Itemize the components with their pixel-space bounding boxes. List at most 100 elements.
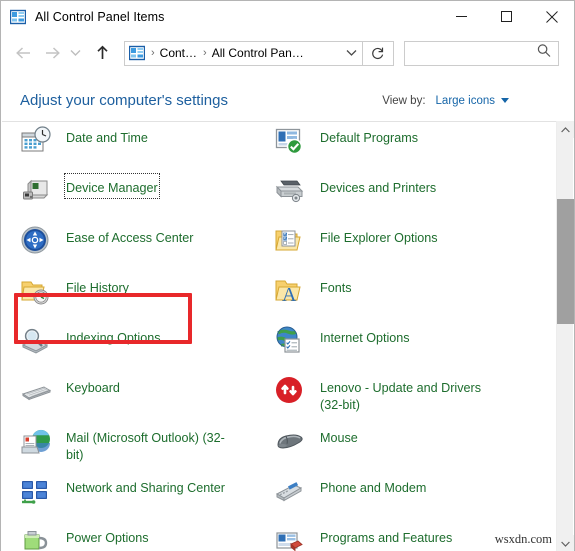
devices-printers-icon — [274, 175, 306, 207]
item-label[interactable]: Lenovo - Update and Drivers (32-bit) — [320, 374, 495, 413]
item-label[interactable]: Indexing Options — [66, 324, 161, 347]
svg-text:A: A — [282, 284, 297, 306]
item-internet-options[interactable]: Internet Options — [274, 322, 529, 372]
item-label[interactable]: Date and Time — [66, 124, 148, 147]
item-label[interactable]: Internet Options — [320, 324, 410, 347]
item-label[interactable]: Device Manager — [64, 173, 160, 199]
control-panel-items-grid: Date and Time Device Manager Ease of Acc… — [2, 121, 558, 551]
item-date-and-time[interactable]: Date and Time — [20, 122, 275, 172]
chevron-down-icon — [346, 50, 356, 56]
view-by-value[interactable]: Large icons — [436, 95, 495, 107]
item-file-explorer-options[interactable]: File Explorer Options — [274, 222, 529, 272]
item-label[interactable]: Network and Sharing Center — [66, 474, 225, 497]
window-title: All Control Panel Items — [35, 9, 165, 24]
item-fonts[interactable]: A Fonts — [274, 272, 529, 322]
window-controls — [439, 1, 574, 32]
item-network-and-sharing-center[interactable]: Network and Sharing Center — [20, 472, 275, 522]
lenovo-update-icon — [274, 375, 306, 407]
view-by-control[interactable]: View by: Large icons — [382, 95, 509, 107]
address-bar[interactable]: › Cont… › All Control Pan… — [124, 40, 363, 66]
close-button[interactable] — [529, 1, 574, 32]
address-control-panel-icon — [129, 45, 145, 61]
search-input[interactable] — [411, 46, 541, 60]
title-bar: All Control Panel Items — [1, 1, 574, 32]
item-label[interactable]: File History — [66, 274, 129, 297]
indexing-options-icon — [20, 325, 52, 357]
power-options-icon — [20, 525, 52, 551]
view-by-label: View by: — [382, 94, 426, 107]
scroll-down-icon — [561, 541, 570, 547]
address-dropdown-button[interactable] — [340, 42, 362, 65]
item-power-options[interactable]: Power Options — [20, 522, 275, 551]
item-label[interactable]: Devices and Printers — [320, 174, 436, 197]
forward-button[interactable] — [39, 38, 65, 68]
item-label[interactable]: Ease of Access Center — [66, 224, 193, 247]
item-label[interactable]: Keyboard — [66, 374, 120, 397]
arrow-left-icon — [16, 47, 30, 59]
item-label[interactable]: Mouse — [320, 424, 358, 447]
item-label[interactable]: Phone and Modem — [320, 474, 426, 497]
maximize-button[interactable] — [484, 1, 529, 32]
control-panel-window: All Control Panel Items › Cont… › All Co… — [0, 0, 575, 551]
search-icon — [537, 44, 551, 63]
device-manager-icon — [20, 175, 52, 207]
item-label[interactable]: Fonts — [320, 274, 352, 297]
search-box[interactable] — [404, 40, 559, 66]
item-mouse[interactable]: Mouse — [274, 422, 529, 472]
arrow-up-icon — [96, 45, 108, 59]
scroll-up-icon — [561, 126, 570, 132]
minimize-button[interactable] — [439, 1, 484, 32]
scroll-up-button[interactable] — [557, 121, 574, 138]
item-label[interactable]: Power Options — [66, 524, 149, 547]
date-and-time-icon — [20, 125, 52, 157]
item-devices-and-printers[interactable]: Devices and Printers — [274, 172, 529, 222]
phone-modem-icon — [274, 475, 306, 507]
network-sharing-icon — [20, 475, 52, 507]
control-panel-icon — [10, 9, 26, 25]
scrollbar-thumb[interactable] — [557, 199, 574, 324]
file-explorer-options-icon — [274, 225, 306, 257]
recent-locations-button[interactable] — [65, 38, 85, 68]
mail-icon — [20, 425, 52, 457]
content-header: Adjust your computer's settings View by:… — [2, 80, 574, 121]
page-title: Adjust your computer's settings — [20, 92, 228, 109]
up-button[interactable] — [89, 38, 115, 68]
item-indexing-options[interactable]: Indexing Options — [20, 322, 275, 372]
keyboard-icon — [20, 375, 52, 407]
file-history-icon — [20, 275, 52, 307]
item-label[interactable]: Mail (Microsoft Outlook) (32-bit) — [66, 424, 241, 463]
item-mail-microsoft-outlook[interactable]: Mail (Microsoft Outlook) (32-bit) — [20, 422, 275, 472]
breadcrumb-separator: › — [151, 46, 155, 59]
vertical-scrollbar[interactable] — [556, 121, 574, 551]
item-lenovo-update-and-drivers[interactable]: Lenovo - Update and Drivers (32-bit) — [274, 372, 529, 422]
back-button[interactable] — [11, 38, 37, 68]
item-device-manager[interactable]: Device Manager — [20, 172, 275, 222]
item-label[interactable]: Default Programs — [320, 124, 418, 147]
scroll-down-button[interactable] — [557, 535, 574, 551]
caret-down-icon[interactable] — [501, 98, 509, 103]
item-keyboard[interactable]: Keyboard — [20, 372, 275, 422]
chevron-down-icon — [70, 50, 80, 56]
ease-of-access-icon — [20, 225, 52, 257]
refresh-icon — [372, 47, 384, 60]
navigation-toolbar: › Cont… › All Control Pan… — [1, 32, 574, 74]
programs-features-icon — [274, 525, 306, 551]
item-file-history[interactable]: File History — [20, 272, 275, 322]
watermark: wsxdn.com — [492, 532, 554, 547]
items-column-right: Default Programs Devices and Printers Fi… — [274, 122, 529, 551]
mouse-icon — [274, 425, 306, 457]
item-label[interactable]: Programs and Features — [320, 524, 452, 547]
item-ease-of-access-center[interactable]: Ease of Access Center — [20, 222, 275, 272]
item-phone-and-modem[interactable]: Phone and Modem — [274, 472, 529, 522]
fonts-icon: A — [274, 275, 306, 307]
breadcrumb-item-all-control-panel-items[interactable]: All Control Pan… — [212, 46, 304, 60]
breadcrumb-separator: › — [203, 46, 207, 59]
refresh-button[interactable] — [363, 40, 394, 66]
items-column-left: Date and Time Device Manager Ease of Acc… — [20, 122, 275, 551]
item-default-programs[interactable]: Default Programs — [274, 122, 529, 172]
default-programs-icon — [274, 125, 306, 157]
breadcrumb-item-control-panel[interactable]: Cont… — [160, 46, 197, 60]
internet-options-icon — [274, 325, 306, 357]
item-programs-and-features[interactable]: Programs and Features — [274, 522, 529, 551]
item-label[interactable]: File Explorer Options — [320, 224, 438, 247]
